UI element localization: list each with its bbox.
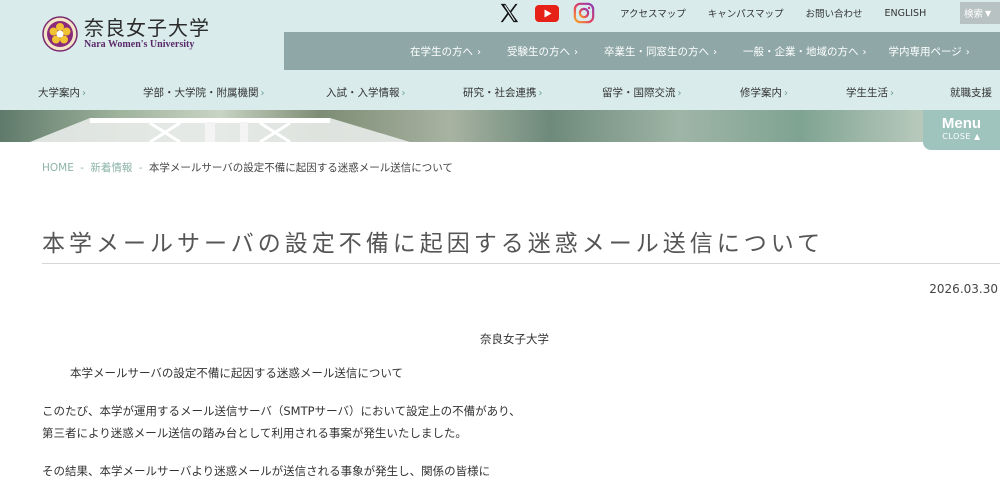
search-label: 検索 [964, 9, 984, 20]
university-logo[interactable]: 奈良女子大学 Nara Women's University [42, 14, 242, 54]
instagram-icon [573, 2, 595, 24]
audience-link-alumni[interactable]: 卒業生・同窓生の方へ › [578, 44, 717, 59]
english-link[interactable]: ENGLISH [884, 8, 926, 19]
main-nav: 大学案内 › 学部・大学院・附属機関 › 入試・入学情報 › 研究・社会連携 › 留学・… [0, 72, 1000, 110]
title-divider [42, 263, 1000, 264]
chevron-right-icon: › [82, 88, 86, 99]
menu-close-label: CLOSE ▲ [942, 132, 981, 141]
pavilion-roof-graphic [30, 118, 410, 142]
youtube-icon [535, 4, 559, 22]
campus-map-link[interactable]: キャンパスマップ [708, 6, 784, 20]
chevron-right-icon: › [784, 88, 788, 99]
breadcrumb: HOME - 新着情報 - 本学メールサーバの設定不備に起因する迷惑メール送信に… [42, 160, 453, 175]
chevron-right-icon: › [677, 88, 682, 99]
nav-item-research[interactable]: 研究・社会連携 › [463, 85, 543, 100]
page-title: 本学メールサーバの設定不備に起因する迷惑メール送信について [42, 231, 825, 257]
nav-item-academics[interactable]: 修学案内 › [740, 85, 788, 100]
instagram-social-link[interactable] [572, 0, 596, 26]
audience-link-applicants[interactable]: 受験生の方へ › [481, 44, 578, 59]
article-organization: 奈良女子大学 [480, 332, 549, 346]
menu-toggle-button[interactable]: Menu CLOSE ▲ [923, 110, 1000, 150]
site-header: 奈良女子大学 Nara Women's University アクセスマップ キ… [0, 0, 1000, 110]
nav-item-career[interactable]: 就職支援 [950, 85, 992, 100]
article-paragraph-1-line-1: このたび、本学が運用するメール送信サーバ（SMTPサーバ）において設定上の不備が… [42, 404, 521, 418]
search-button[interactable]: 検索 ▼ [960, 2, 1000, 24]
menu-label: Menu [941, 115, 982, 132]
header-banner-image [0, 110, 1000, 142]
chevron-right-icon: › [260, 88, 265, 99]
nav-item-international[interactable]: 留学・国際交流 › [602, 85, 682, 100]
utility-links: アクセスマップ キャンパスマップ お問い合わせ ENGLISH [620, 0, 948, 26]
article-subject: 本学メールサーバの設定不備に起因する迷惑メール送信について [70, 366, 404, 380]
chevron-right-icon: › [538, 88, 543, 99]
contact-link[interactable]: お問い合わせ [805, 6, 862, 20]
chevron-right-icon: › [890, 88, 894, 99]
breadcrumb-home[interactable]: HOME [42, 162, 74, 174]
nav-item-faculties[interactable]: 学部・大学院・附属機関 › [143, 85, 265, 100]
logo-japanese-name: 奈良女子大学 [84, 16, 210, 40]
x-social-link[interactable] [497, 0, 521, 26]
breadcrumb-separator: - [138, 162, 143, 174]
nav-item-admissions[interactable]: 入試・入学情報 › [326, 85, 406, 100]
nav-item-student-life[interactable]: 学生生活 › [846, 85, 894, 100]
chevron-down-icon: ▼ [985, 8, 992, 18]
post-date: 2026.03.30 [929, 282, 998, 296]
access-map-link[interactable]: アクセスマップ [620, 6, 686, 20]
breadcrumb-separator: - [80, 162, 84, 174]
x-icon [500, 3, 519, 23]
article-paragraph-2-line-1: その結果、本学メールサーバより迷惑メールが送信される事象が発生し、関係の皆様に [42, 464, 491, 478]
breadcrumb-news[interactable]: 新着情報 [90, 162, 132, 174]
audience-link-students[interactable]: 在学生の方へ › [284, 44, 481, 59]
nav-item-about[interactable]: 大学案内 › [38, 85, 86, 100]
audience-nav: 在学生の方へ › 受験生の方へ › 卒業生・同窓生の方へ › 一般・企業・地域の方へ ›… [284, 32, 1000, 70]
article-paragraph-1-line-2: 第三者により迷惑メール送信の踏み台として利用される事案が発生いたしました。 [42, 426, 467, 440]
chevron-right-icon: › [965, 46, 970, 58]
youtube-social-link[interactable] [534, 0, 560, 26]
audience-link-internal[interactable]: 学内専用ページ › [867, 44, 970, 59]
audience-link-public[interactable]: 一般・企業・地域の方へ › [717, 44, 867, 59]
chevron-right-icon: › [401, 88, 406, 99]
logo-english-name: Nara Women's University [84, 39, 195, 50]
breadcrumb-current: 本学メールサーバの設定不備に起因する迷惑メール送信について [148, 162, 453, 174]
university-seal-icon [42, 16, 78, 52]
